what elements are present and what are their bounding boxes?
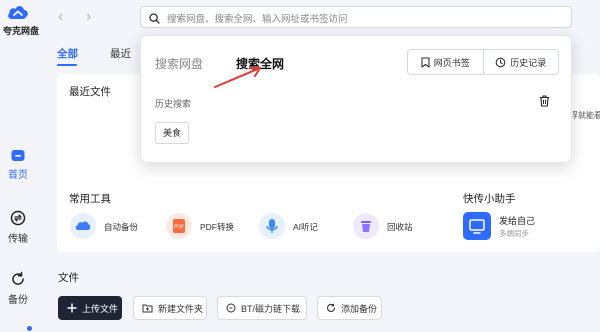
button-label: 历史记录 <box>510 57 547 68</box>
forward-arrow-icon[interactable]: › <box>86 8 91 26</box>
bookmark-icon <box>421 56 430 68</box>
app-logo[interactable]: 夸克网盘 <box>3 2 40 37</box>
recycle-bin-icon <box>353 213 379 239</box>
search-dropdown: 搜索网盘 搜索全网 网页书签 历史记录 历史搜索 美食 <box>140 35 572 163</box>
trash-icon[interactable] <box>539 94 550 112</box>
app-name: 夸克网盘 <box>3 26 40 36</box>
tab-search-disk[interactable]: 搜索网盘 <box>155 55 203 72</box>
cloud-logo-icon <box>8 6 28 19</box>
sidebar-item-backup[interactable]: 备份 <box>0 271 36 306</box>
history-icon <box>495 57 506 68</box>
backup-icon <box>12 271 24 285</box>
sync-icon <box>326 303 336 313</box>
files-title: 文件 <box>58 272 79 284</box>
assistant-item-title[interactable]: 发给自己 <box>499 214 535 227</box>
history-chip[interactable]: 美食 <box>155 122 190 144</box>
auto-backup-icon <box>70 213 96 239</box>
tab-recent[interactable]: 最近 <box>110 46 131 61</box>
search-input[interactable]: 搜索网盘、搜索全网、输入网址或书签访问 <box>140 6 572 28</box>
tool-label: 回收站 <box>387 222 413 232</box>
add-backup-button[interactable]: 添加备份 <box>317 296 382 320</box>
home-icon <box>11 150 25 161</box>
sidebar-item-label: 传输 <box>8 234 28 245</box>
upload-file-button[interactable]: 上传文件 <box>58 296 122 320</box>
new-folder-button[interactable]: 新建文件夹 <box>133 296 207 320</box>
popover-button-group: 网页书签 历史记录 <box>407 49 559 75</box>
notification-dot <box>27 326 32 331</box>
back-arrow-icon[interactable]: ‹ <box>58 8 63 26</box>
sidebar-item-transfer[interactable]: 传输 <box>0 210 36 245</box>
assistant-item-subtitle: 多端同步 <box>499 229 529 238</box>
mic-icon <box>259 213 285 239</box>
tools-title: 常用工具 <box>69 193 111 205</box>
bt-download-button[interactable]: BT/磁力链下载 <box>217 296 307 320</box>
tab-all[interactable]: 全部 <box>57 46 78 61</box>
annotation-arrow-icon <box>214 67 261 88</box>
bookmarks-button[interactable]: 网页书签 <box>408 50 483 74</box>
button-label: 网页书签 <box>433 57 470 68</box>
sidebar-item-label: 备份 <box>8 295 28 306</box>
search-placeholder: 搜索网盘、搜索全网、输入网址或书签访问 <box>167 14 348 25</box>
sidebar: 夸克网盘 首页 传输 备份 <box>0 0 40 332</box>
bt-icon <box>226 303 236 313</box>
transfer-icon <box>10 210 26 226</box>
new-folder-icon <box>142 303 153 313</box>
tool-label: 自动备份 <box>104 222 139 232</box>
assistant-snippet: 浮就能看 <box>570 111 600 120</box>
button-label: 添加备份 <box>341 303 378 314</box>
tool-label: AI听记 <box>293 222 319 232</box>
button-label: 新建文件夹 <box>158 303 204 314</box>
button-label: 上传文件 <box>82 303 119 314</box>
tool-label: PDF转换 <box>200 222 235 232</box>
history-label: 历史搜索 <box>155 99 192 109</box>
button-label: BT/磁力链下载 <box>241 303 301 314</box>
history-button[interactable]: 历史记录 <box>482 50 559 74</box>
recent-files-title: 最近文件 <box>69 86 111 98</box>
sidebar-item-label: 首页 <box>8 170 28 181</box>
plus-icon <box>67 303 77 313</box>
pdf-icon: PDF <box>166 213 192 239</box>
tab-active-indicator <box>57 64 77 66</box>
sidebar-item-home[interactable]: 首页 <box>0 148 36 181</box>
send-to-self-icon[interactable] <box>463 212 491 240</box>
search-icon <box>149 11 160 29</box>
assistant-title: 快传小助手 <box>463 193 516 205</box>
svg-text:PDF: PDF <box>174 225 184 231</box>
